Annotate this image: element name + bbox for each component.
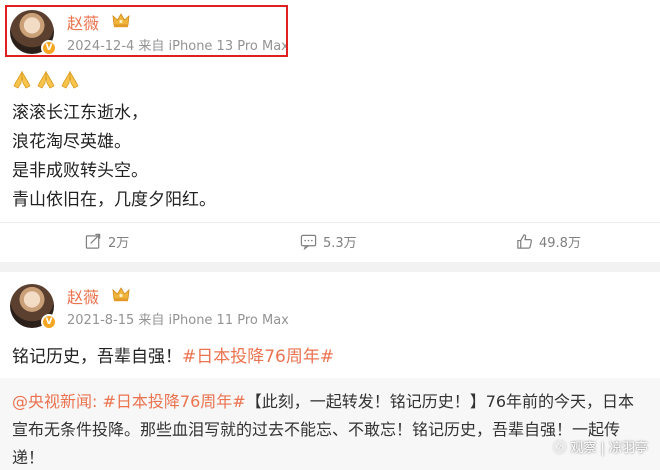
reposted-content: @央视新闻: #日本投降76周年#【此刻，一起转发！铭记历史！】76年前的今天，… xyxy=(0,378,660,470)
author-name[interactable]: 赵薇 xyxy=(67,284,99,308)
repost-icon xyxy=(85,233,101,249)
repost-line: @央视新闻: #日本投降76周年#【此刻，一起转发！铭记历史！】76年前的今天，… xyxy=(12,388,648,416)
crown-icon xyxy=(112,287,130,302)
poem-line: 青山依旧在，几度夕阳红。 xyxy=(12,190,216,210)
pray-emoji-icon xyxy=(13,70,31,89)
comment-icon xyxy=(300,234,317,250)
action-bar: 2万 5.3万 49.8万 xyxy=(0,226,660,256)
repost-button[interactable]: 2万 xyxy=(85,226,129,256)
post-meta: 2021-8-15 来自 iPhone 11 Pro Max xyxy=(67,313,289,328)
like-count: 49.8万 xyxy=(539,235,581,251)
post-text: 滚滚长江东逝水， 浪花淘尽英雄。 是非成败转头空。 青山依旧在，几度夕阳红。 xyxy=(12,99,216,215)
poem-line: 滚滚长江东逝水， xyxy=(12,103,148,123)
highlight-box xyxy=(5,5,288,57)
divider xyxy=(0,222,660,223)
repost-text: 【此刻，一起转发！铭记历史！】76年前的今天，日本 xyxy=(245,392,635,411)
post-text: 铭记历史，吾辈自强！#日本投降76周年# xyxy=(12,342,334,367)
thumbs-up-icon xyxy=(517,233,532,249)
hashtag-link[interactable]: #日本投降76周年# xyxy=(103,392,246,411)
avatar[interactable]: V xyxy=(10,284,57,330)
source-account-link[interactable]: @央视新闻: xyxy=(12,392,97,411)
repost-count: 2万 xyxy=(108,235,130,251)
pray-emoji-icon xyxy=(61,70,79,89)
emoji-row xyxy=(12,70,80,90)
weibo-post-1: V 赵薇 2024-12-4 来自 iPhone 13 Pro Max 滚滚长江… xyxy=(0,0,660,262)
comment-count: 5.3万 xyxy=(323,235,357,251)
like-button[interactable]: 49.8万 xyxy=(516,226,581,256)
pray-emoji-icon xyxy=(37,70,55,89)
watermark: ⓩ 观察 | 凉羽亭 xyxy=(553,441,648,456)
verified-badge: V xyxy=(41,314,57,330)
post-separator xyxy=(0,262,660,272)
poem-line: 浪花淘尽英雄。 xyxy=(12,132,131,152)
post-text-plain: 铭记历史，吾辈自强！ xyxy=(12,347,182,367)
post-header: V 赵薇 2021-8-15 来自 iPhone 11 Pro Max xyxy=(10,284,290,334)
hashtag-link[interactable]: #日本投降76周年# xyxy=(182,347,334,367)
comment-button[interactable]: 5.3万 xyxy=(300,226,357,256)
poem-line: 是非成败转头空。 xyxy=(12,161,148,181)
